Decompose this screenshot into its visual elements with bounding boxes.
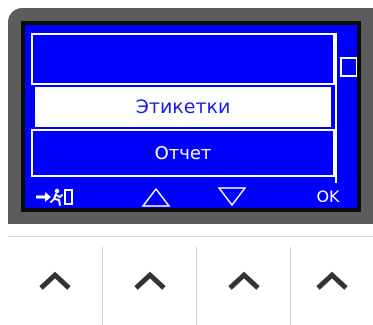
chevron-up-icon (133, 271, 166, 290)
ok-label: OK (316, 187, 340, 206)
hardware-button-1[interactable] (8, 237, 102, 325)
exit-softkey[interactable] (35, 181, 75, 208)
chevron-up-icon (316, 271, 348, 290)
scrollbar[interactable] (335, 33, 357, 183)
hardware-button-4[interactable] (291, 237, 373, 325)
menu-item-labels-selected[interactable]: Этикетки (35, 87, 331, 127)
hardware-button-3[interactable] (197, 237, 290, 325)
down-softkey[interactable] (215, 181, 249, 208)
lcd-screen: Этикетки Отчет OK (21, 21, 361, 212)
up-softkey[interactable] (139, 181, 173, 208)
chevron-up-icon (39, 271, 71, 290)
triangle-up-icon (141, 187, 171, 207)
softkey-bar: OK (25, 181, 357, 208)
chevron-up-icon (227, 271, 260, 290)
menu-item-empty[interactable] (31, 33, 335, 85)
triangle-down-icon (217, 186, 247, 206)
menu-item-report[interactable]: Отчет (31, 129, 335, 177)
hardware-button-row (8, 236, 373, 325)
ok-softkey[interactable]: OK (311, 181, 345, 208)
scrollbar-thumb[interactable] (340, 57, 357, 77)
hardware-button-2[interactable] (103, 237, 196, 325)
menu-item-label: Отчет (154, 142, 212, 164)
menu-item-label: Этикетки (135, 96, 231, 118)
exit-running-man-icon (36, 188, 73, 206)
